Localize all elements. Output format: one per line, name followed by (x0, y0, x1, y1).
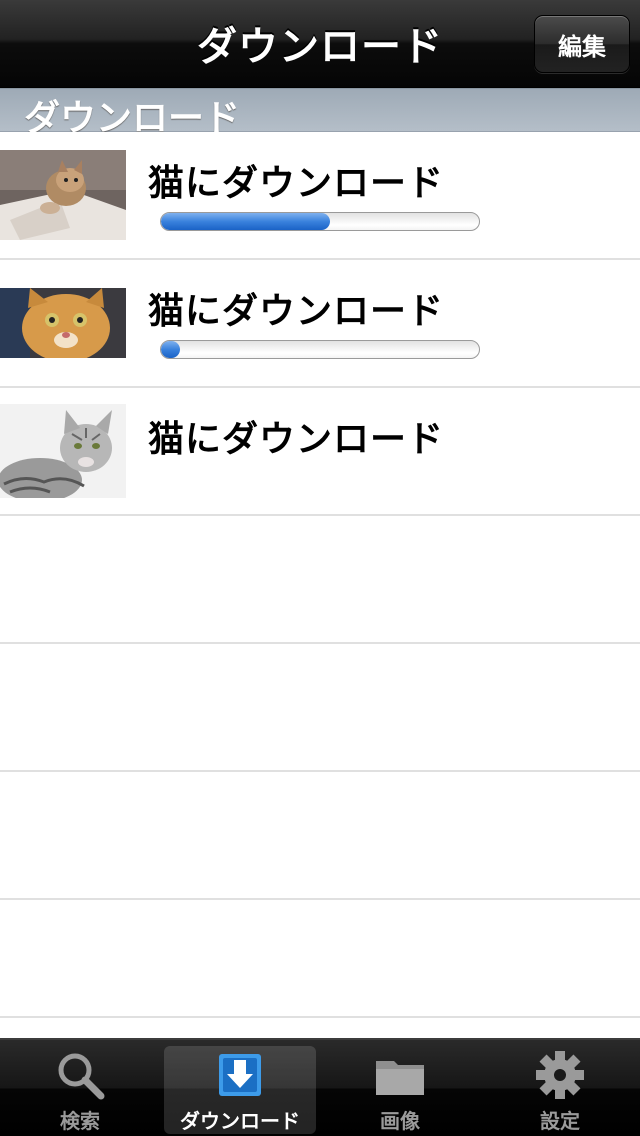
gear-icon (535, 1046, 585, 1103)
progress-fill (161, 213, 330, 230)
empty-row (0, 516, 640, 644)
download-list: 猫にダウンロード 猫にダウンロード 猫にダウンロード (0, 132, 640, 1018)
download-row[interactable]: 猫にダウンロード (0, 260, 640, 388)
tab-download[interactable]: ダウンロード (164, 1046, 316, 1134)
tab-label: 設定 (540, 1109, 580, 1133)
tab-label: ダウンロード (180, 1109, 300, 1133)
download-icon (217, 1046, 263, 1103)
download-title: 猫にダウンロード (148, 291, 445, 332)
download-progress-bar (160, 340, 480, 359)
tab-label: 画像 (380, 1109, 420, 1133)
navigation-bar: ダウンロード 編集 (0, 0, 640, 88)
download-progress-bar (160, 212, 480, 231)
edit-button[interactable]: 編集 (534, 15, 630, 73)
download-title: 猫にダウンロード (148, 419, 445, 460)
tab-search[interactable]: 検索 (4, 1046, 156, 1134)
progress-fill (161, 341, 181, 358)
cat-thumbnail (0, 404, 126, 498)
empty-row (0, 644, 640, 772)
section-header: ダウンロード (0, 88, 640, 139)
empty-row (0, 900, 640, 1018)
cat-thumbnail (0, 288, 126, 358)
search-icon (55, 1046, 105, 1103)
folder-icon (374, 1046, 426, 1103)
cat-thumbnail (0, 150, 126, 240)
download-row[interactable]: 猫にダウンロード (0, 132, 640, 260)
tab-settings[interactable]: 設定 (484, 1046, 636, 1134)
tab-label: 検索 (60, 1109, 100, 1133)
download-title: 猫にダウンロード (148, 163, 445, 204)
download-row[interactable]: 猫にダウンロード (0, 388, 640, 516)
tab-bar: 検索 ダウンロード 画像 設定 (0, 1038, 640, 1136)
tab-images[interactable]: 画像 (324, 1046, 476, 1134)
empty-row (0, 772, 640, 900)
